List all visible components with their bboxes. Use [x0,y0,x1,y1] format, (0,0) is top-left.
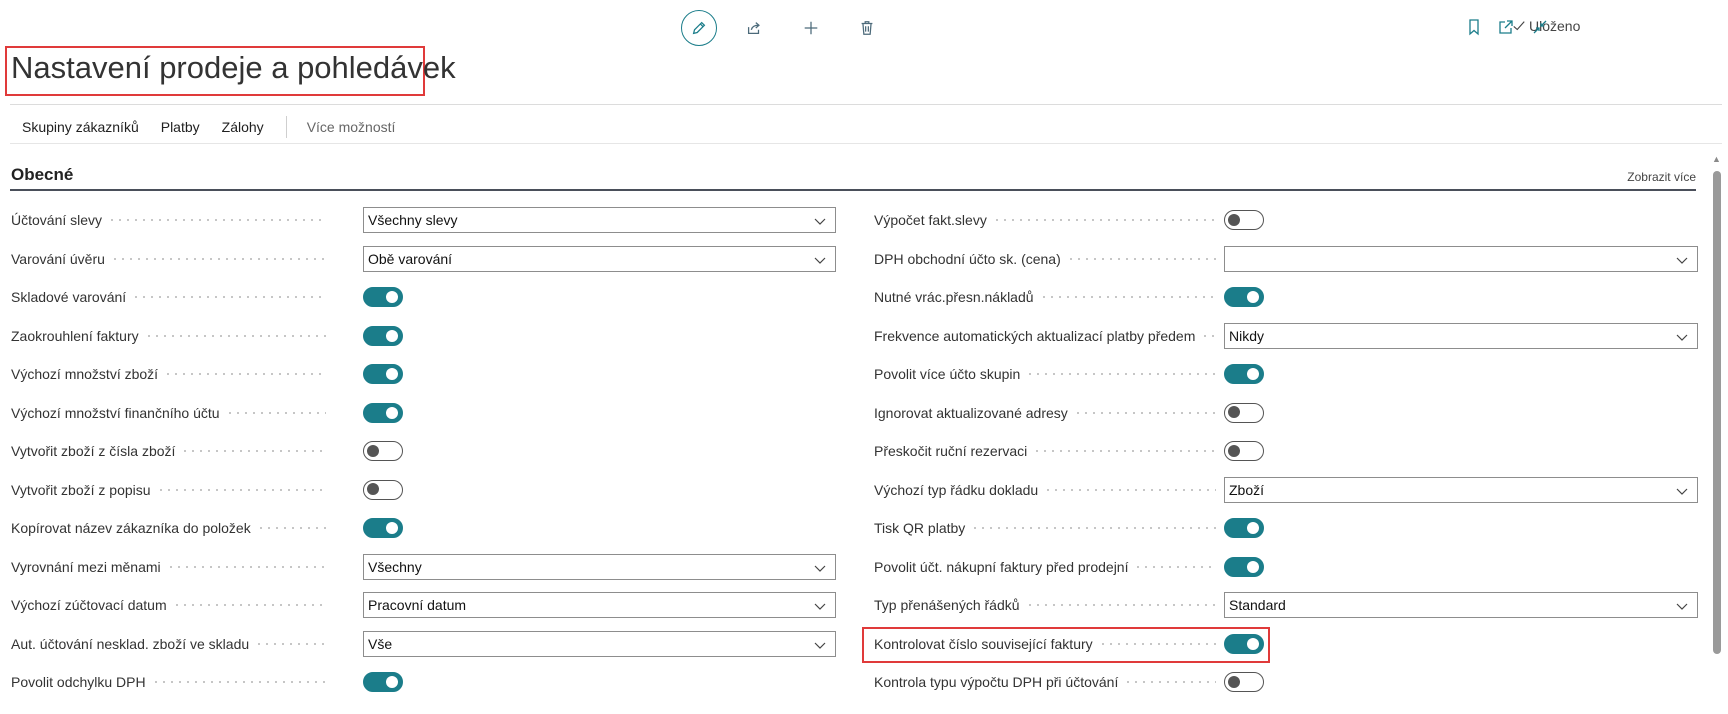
select-value: Standard [1229,597,1286,613]
field-label: Účtování slevy [11,207,326,233]
field-label: Výchozí množství zboží [11,361,326,387]
print-qr-payment-toggle[interactable] [1224,518,1264,538]
field-label: Vytvořit zboží z popisu [11,477,326,503]
open-new-window-button[interactable] [1497,18,1515,36]
field-label: Výchozí množství finančního účtu [11,400,326,426]
credit-warning-select[interactable]: Obě varování [363,245,836,272]
field-label: Tisk QR platby [874,515,1216,541]
divider [10,104,1722,105]
vat-bus-posting-group-select[interactable] [1224,245,1698,272]
chevron-down-icon [814,257,826,264]
open-new-window-icon [1499,20,1513,34]
default-posting-date-select[interactable]: Pracovní datum [363,592,836,618]
vat-calc-type-check-toggle[interactable] [1224,672,1264,692]
field-label: Povolit více účto skupin [874,361,1216,387]
currency-application-select[interactable]: Všechny [363,553,836,580]
field-highlight-box [862,627,1270,663]
collapse-icon [1533,20,1547,34]
exact-cost-reversing-toggle[interactable] [1224,287,1264,307]
ignore-updated-addresses-toggle[interactable] [1224,402,1264,423]
field-label: DPH obchodní účto sk. (cena) [874,246,1216,272]
select-value: Pracovní datum [368,597,467,613]
scrollbar-thumb[interactable] [1713,171,1721,654]
show-more-link[interactable]: Zobrazit více [1627,170,1696,184]
field-label: Ignorovat aktualizované adresy [874,400,1216,426]
pencil-icon [692,21,706,35]
field-label: Vyrovnání mezi měnami [11,554,326,580]
delete-button[interactable] [849,10,885,46]
collapse-button[interactable] [1531,18,1549,36]
chevron-down-icon [1676,334,1688,341]
create-item-from-no-toggle[interactable] [363,441,403,461]
select-value: Nikdy [1229,327,1265,344]
share-icon [747,22,760,35]
page-title: Nastavení prodeje a pohledávek [11,50,456,85]
field-label: Skladové varování [11,284,326,310]
field-label: Přeskočit ruční rezervaci [874,438,1216,464]
bookmark-button[interactable] [1465,18,1483,36]
field-label: Nutné vrác.přesn.nákladů [874,284,1216,310]
allow-multiple-posting-groups-toggle[interactable] [1224,364,1264,384]
create-item-from-description-toggle[interactable] [363,479,403,500]
invoice-rounding-toggle[interactable] [363,325,403,346]
default-gl-quantity-toggle[interactable] [363,402,403,423]
calc-invoice-discount-toggle[interactable] [1224,210,1264,230]
allow-vat-difference-toggle[interactable] [363,672,403,692]
transferred-lines-type-select[interactable]: Standard [1224,592,1698,618]
select-value: Zboží [1229,481,1265,498]
select-value: Všechny [368,558,422,575]
allow-purchase-invoice-before-sales-toggle[interactable] [1224,556,1264,577]
default-item-quantity-toggle[interactable] [363,364,403,384]
bookmark-icon [1469,19,1479,36]
field-label: Varování úvěru [11,246,326,272]
divider [10,143,1722,144]
action-customer-groups[interactable]: Skupiny zákazníků [22,119,139,135]
stock-warning-toggle[interactable] [363,287,403,307]
section-underline [10,189,1696,191]
field-label: Výpočet fakt.slevy [874,207,1216,233]
action-advances[interactable]: Zálohy [222,119,264,135]
field-label: Kontrola typu výpočtu DPH při účtování [874,669,1216,695]
field-label: Zaokrouhlení faktury [11,323,326,349]
share-button[interactable] [736,10,772,46]
copy-customer-name-toggle[interactable] [363,518,403,538]
discount-posting-select[interactable]: Všechny slevy [363,207,836,233]
field-label: Výchozí typ řádku dokladu [874,477,1216,503]
default-line-type-select[interactable]: Zboží [1224,476,1698,503]
select-value: Vše [368,635,393,652]
field-label: Povolit odchylku DPH [11,669,326,695]
field-label: Aut. účtování nesklad. zboží ve skladu [11,631,326,657]
top-toolbar: Uloženo [0,0,1728,50]
chevron-down-icon [814,218,826,225]
plus-icon [804,21,818,35]
action-bar: Skupiny zákazníků Platby Zálohy Více mož… [22,116,395,138]
chevron-down-icon [814,603,826,610]
select-value: Obě varování [368,250,453,267]
action-separator [285,116,287,138]
chevron-down-icon [1676,603,1688,610]
skip-manual-reservation-toggle[interactable] [1224,441,1264,461]
trash-icon [861,21,873,35]
chevron-down-icon [1676,488,1688,495]
prepayment-update-frequency-select[interactable]: Nikdy [1224,322,1698,349]
field-label: Vytvořit zboží z čísla zboží [11,438,326,464]
chevron-down-icon [814,642,826,649]
field-label: Typ přenášených řádků [874,592,1216,618]
auto-post-non-inventory-select[interactable]: Vše [363,630,836,657]
field-label: Výchozí zúčtovací datum [11,592,326,618]
action-more-options[interactable]: Více možností [307,119,396,135]
field-label: Frekvence automatických aktualizací plat… [874,323,1216,349]
field-label: Kopírovat název zákazníka do položek [11,515,326,541]
new-button[interactable] [793,10,829,46]
chevron-down-icon [1676,257,1688,264]
field-label: Povolit účt. nákupní faktury před prodej… [874,554,1216,580]
action-payments[interactable]: Platby [161,119,200,135]
section-title[interactable]: Obecné [11,165,73,185]
select-value: Všechny slevy [368,212,458,228]
edit-pencil-button[interactable] [681,10,717,46]
chevron-down-icon [814,565,826,572]
